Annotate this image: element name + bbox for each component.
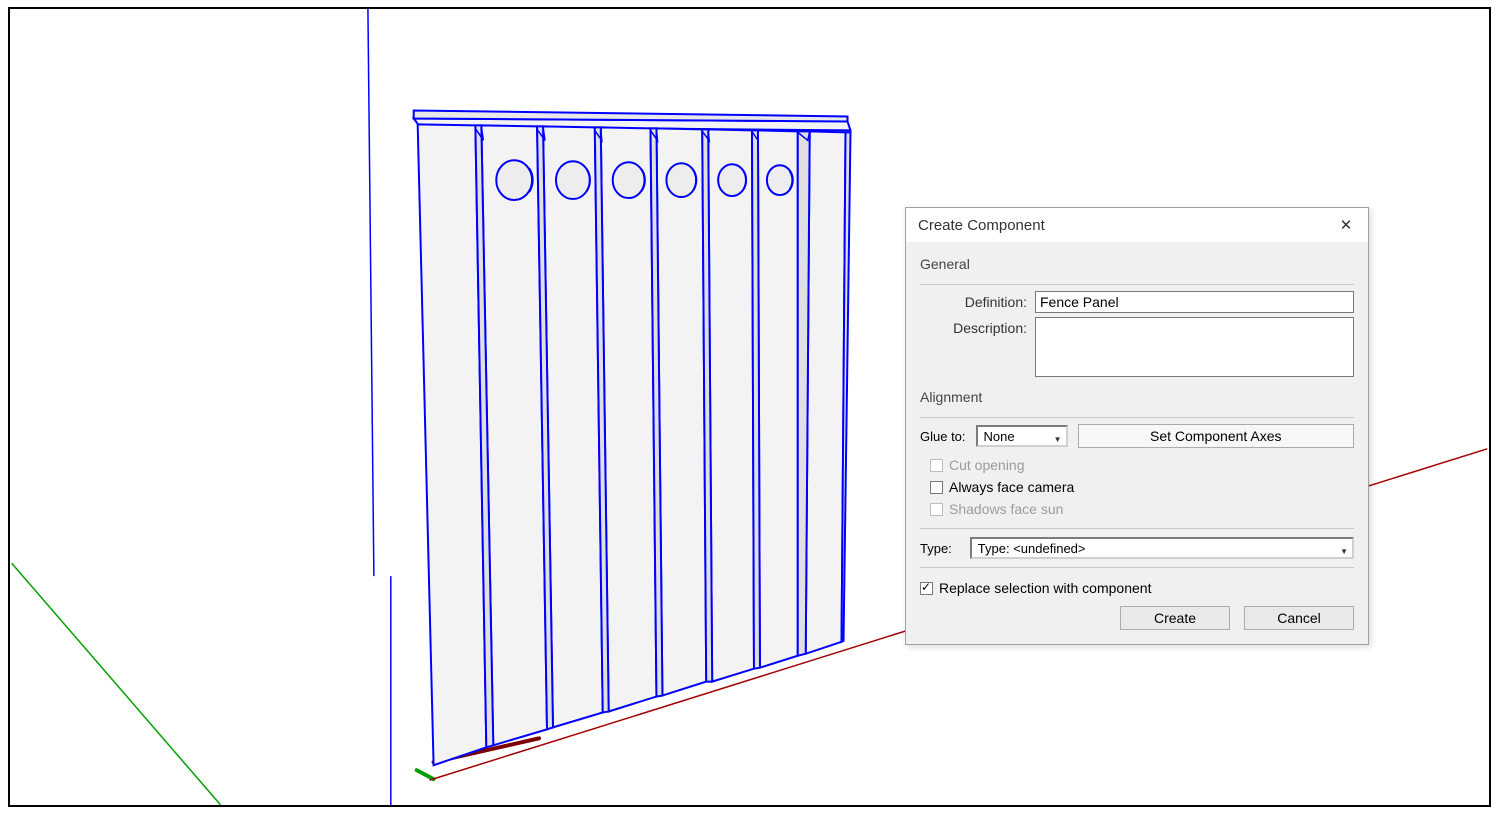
- replace-selection-checkbox[interactable]: [920, 582, 933, 595]
- glue-to-label: Glue to:: [920, 429, 966, 444]
- section-alignment-label: Alignment: [920, 385, 1354, 411]
- create-button[interactable]: Create: [1120, 606, 1230, 630]
- always-face-camera-checkbox[interactable]: [930, 481, 943, 494]
- description-input[interactable]: [1035, 317, 1354, 377]
- dialog-titlebar[interactable]: Create Component ✕: [906, 208, 1368, 242]
- cancel-button[interactable]: Cancel: [1244, 606, 1354, 630]
- definition-input[interactable]: [1035, 291, 1354, 313]
- always-face-camera-label: Always face camera: [949, 479, 1074, 495]
- definition-label: Definition:: [920, 291, 1035, 310]
- close-icon[interactable]: ✕: [1336, 216, 1356, 234]
- type-label: Type:: [920, 541, 952, 556]
- create-component-dialog: Create Component ✕ General Definition: D…: [905, 207, 1369, 645]
- cut-opening-label: Cut opening: [949, 457, 1025, 473]
- set-component-axes-button[interactable]: Set Component Axes: [1078, 424, 1354, 448]
- dialog-title-text: Create Component: [918, 217, 1045, 234]
- cut-opening-checkbox: [930, 459, 943, 472]
- shadows-face-sun-label: Shadows face sun: [949, 501, 1063, 517]
- description-label: Description:: [920, 317, 1035, 336]
- type-dropdown[interactable]: Type: <undefined>: [970, 537, 1354, 559]
- replace-selection-label: Replace selection with component: [939, 580, 1151, 596]
- section-general-label: General: [920, 252, 1354, 278]
- glue-to-dropdown[interactable]: None: [976, 425, 1068, 447]
- shadows-face-sun-checkbox: [930, 503, 943, 516]
